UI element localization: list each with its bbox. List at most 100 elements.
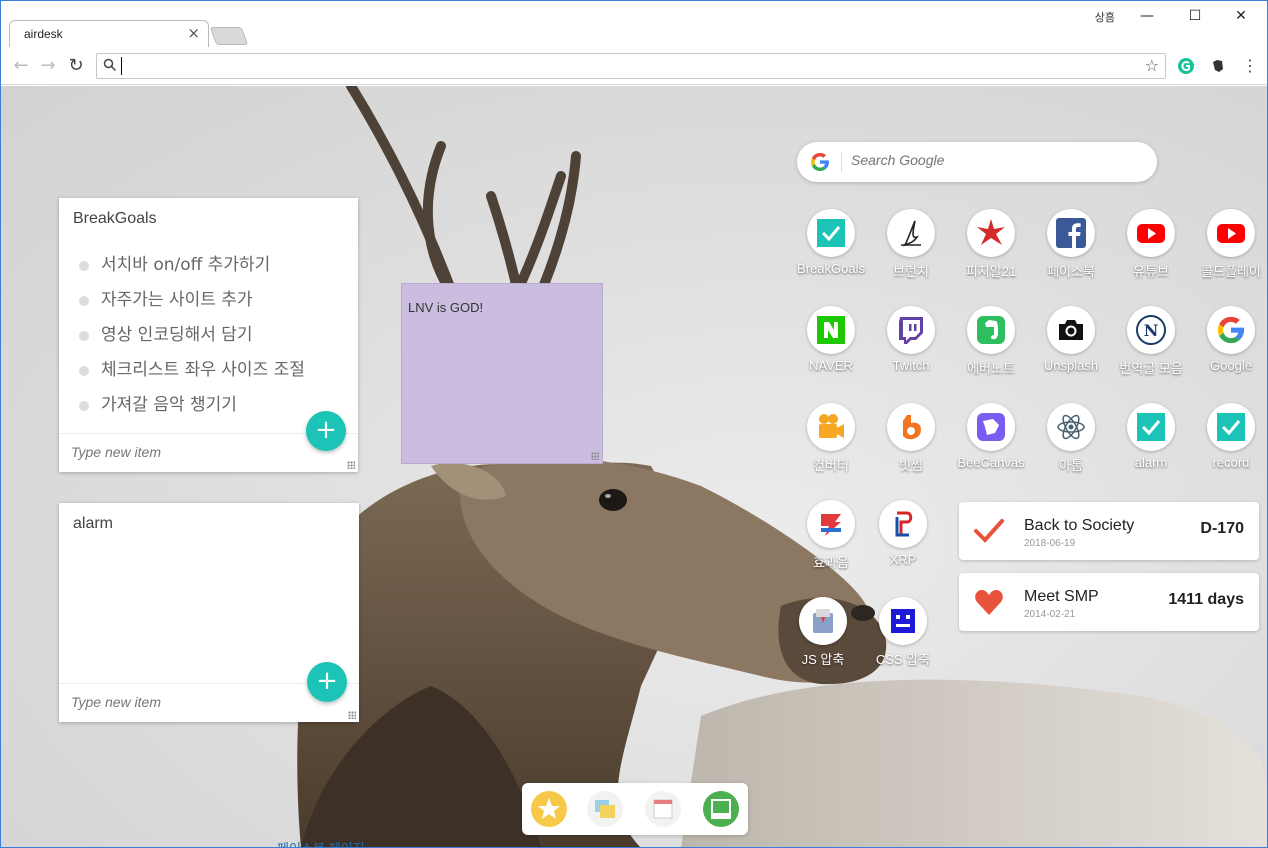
shortcut-label: BeeCanvas <box>957 455 1025 470</box>
naver-icon <box>807 306 855 354</box>
shortcut-label: BreakGoals <box>797 261 865 276</box>
shortcut-label: Google <box>1210 358 1252 373</box>
dday-card-back-to-society[interactable]: Back to Society 2018-06-19 D-170 <box>959 502 1259 560</box>
sticky-text[interactable]: LNV is GOD! <box>408 300 483 315</box>
css-compress-icon <box>879 597 927 645</box>
facebook-icon <box>1047 209 1095 257</box>
shortcut-label: record <box>1212 455 1250 470</box>
checklist: 서치바 on/off 추가하기 자주가는 사이트 추가 영상 인코딩해서 담기 … <box>79 253 305 428</box>
shortcut-label: 콜드플레이 <box>1201 264 1261 279</box>
address-bar[interactable]: ☆ <box>96 53 1166 79</box>
shortcut-twitch[interactable]: Twitch <box>871 306 951 386</box>
shortcut-facebook[interactable]: 페이스북 <box>1031 209 1111 289</box>
shortcut-translations[interactable]: N 번역글 모음 <box>1111 306 1191 386</box>
widget-dock <box>522 783 748 835</box>
profile-name[interactable]: 상흠 <box>1095 9 1115 25</box>
address-input[interactable] <box>121 57 1131 75</box>
shortcut-label: alarm <box>1134 455 1168 470</box>
shortcut-label: 번역글 모음 <box>1119 361 1183 376</box>
close-window-button[interactable]: ✕ <box>1221 3 1261 29</box>
sticky-note[interactable]: LNV is GOD! <box>401 283 603 464</box>
shortcut-label: 브런치 <box>893 264 929 279</box>
shortcut-record[interactable]: record <box>1191 403 1267 483</box>
shortcut-evernote[interactable]: 에버노트 <box>951 306 1031 386</box>
google-search-bar[interactable] <box>797 142 1157 182</box>
maximize-button[interactable]: ☐ <box>1175 3 1215 29</box>
bottom-link[interactable]: 페이스북 페이지 <box>277 838 365 847</box>
shortcut-naver[interactable]: NAVER <box>791 306 871 386</box>
shortcut-bithumb[interactable]: 빗썸 <box>871 403 951 483</box>
dday-date: 2018-06-19 <box>1024 538 1076 549</box>
sound-icon <box>807 500 855 548</box>
board-icon[interactable] <box>702 790 740 828</box>
breakgoals-note: BreakGoals 서치바 on/off 추가하기 자주가는 사이트 추가 영… <box>59 198 358 472</box>
shortcut-brunch[interactable]: 브런치 <box>871 209 951 289</box>
browser-window: airdesk × 상흠 — ☐ ✕ ← → ↻ ☆ ⋮ BreakGoals … <box>0 0 1268 848</box>
bookmark-star-icon[interactable]: ☆ <box>1145 56 1159 75</box>
search-icon <box>103 58 117 72</box>
notes-icon[interactable] <box>586 790 624 828</box>
check-icon <box>1207 403 1255 451</box>
shortcut-pgr21[interactable]: 피지알21 <box>951 209 1031 289</box>
shortcut-label: 컨버터 <box>813 458 849 473</box>
reload-button[interactable]: ↻ <box>65 55 87 77</box>
beecanvas-icon <box>967 403 1015 451</box>
brunch-icon <box>887 209 935 257</box>
add-item-button[interactable]: + <box>306 411 346 451</box>
atom-icon <box>1047 403 1095 451</box>
shortcut-beecanvas[interactable]: BeeCanvas <box>951 403 1031 483</box>
tab-close-icon[interactable]: × <box>187 24 200 42</box>
forward-button[interactable]: → <box>37 55 59 77</box>
twitch-icon <box>887 306 935 354</box>
shortcut-atom[interactable]: 아톰 <box>1031 403 1111 483</box>
shortcut-xrp[interactable]: XRP <box>863 500 943 580</box>
bithumb-icon <box>887 403 935 451</box>
shortcut-unsplash[interactable]: Unsplash <box>1031 306 1111 386</box>
camera-icon <box>1047 306 1095 354</box>
evernote-extension-icon[interactable] <box>1209 57 1227 75</box>
shortcut-label: 페이스북 <box>1047 264 1095 279</box>
alarm-note: alarm + <box>59 503 359 722</box>
pgr-icon <box>967 209 1015 257</box>
resize-handle[interactable] <box>348 711 356 719</box>
svg-text:N: N <box>1144 321 1159 340</box>
back-button[interactable]: ← <box>10 55 32 77</box>
checklist-item[interactable]: 영상 인코딩해서 담기 <box>79 323 305 358</box>
new-tab-button[interactable] <box>209 27 249 45</box>
menu-icon[interactable]: ⋮ <box>1239 55 1261 77</box>
shortcut-breakgoals[interactable]: BreakGoals <box>791 209 871 289</box>
star-icon[interactable] <box>530 790 568 828</box>
grammarly-extension-icon[interactable] <box>1177 57 1195 75</box>
checklist-item[interactable]: 서치바 on/off 추가하기 <box>79 253 305 288</box>
shortcut-converter[interactable]: 컨버터 <box>791 403 871 483</box>
check-icon <box>807 209 855 257</box>
resize-handle[interactable] <box>591 452 599 460</box>
shortcut-alarm[interactable]: alarm <box>1111 403 1191 483</box>
search-input[interactable] <box>851 152 1131 168</box>
checklist-item[interactable]: 자주가는 사이트 추가 <box>79 288 305 323</box>
checklist-item[interactable]: 체크리스트 좌우 사이즈 조절 <box>79 358 305 393</box>
shortcut-sound-effects[interactable]: 효과음 <box>791 500 871 580</box>
google-icon <box>1207 306 1255 354</box>
checklist-item[interactable]: 가져갈 음악 챙기기 <box>79 393 305 428</box>
shortcut-css-compress[interactable]: CSS 압축 <box>863 597 943 677</box>
shortcut-js-compress[interactable]: JS 압축 <box>783 597 863 677</box>
check-icon <box>974 519 1004 543</box>
tab-airdesk[interactable]: airdesk × <box>9 20 209 48</box>
n-icon: N <box>1127 306 1175 354</box>
new-item-input[interactable] <box>71 694 291 710</box>
add-item-button[interactable]: + <box>307 662 347 702</box>
shortcut-label: 효과음 <box>813 555 849 570</box>
new-item-input[interactable] <box>71 444 291 460</box>
shortcut-google[interactable]: Google <box>1191 306 1267 386</box>
dday-title: Back to Society <box>1024 517 1135 534</box>
dday-card-meet-smp[interactable]: Meet SMP 2014-02-21 1411 days <box>959 573 1259 631</box>
evernote-icon <box>967 306 1015 354</box>
shortcut-coldplay[interactable]: 콜드플레이 <box>1191 209 1267 289</box>
minimize-button[interactable]: — <box>1127 3 1167 29</box>
shortcut-youtube[interactable]: 유튜브 <box>1111 209 1191 289</box>
calendar-icon[interactable] <box>644 790 682 828</box>
shortcut-label: JS 압축 <box>801 652 845 667</box>
shortcut-label: 피지알21 <box>965 264 1017 279</box>
resize-handle[interactable] <box>347 461 355 469</box>
